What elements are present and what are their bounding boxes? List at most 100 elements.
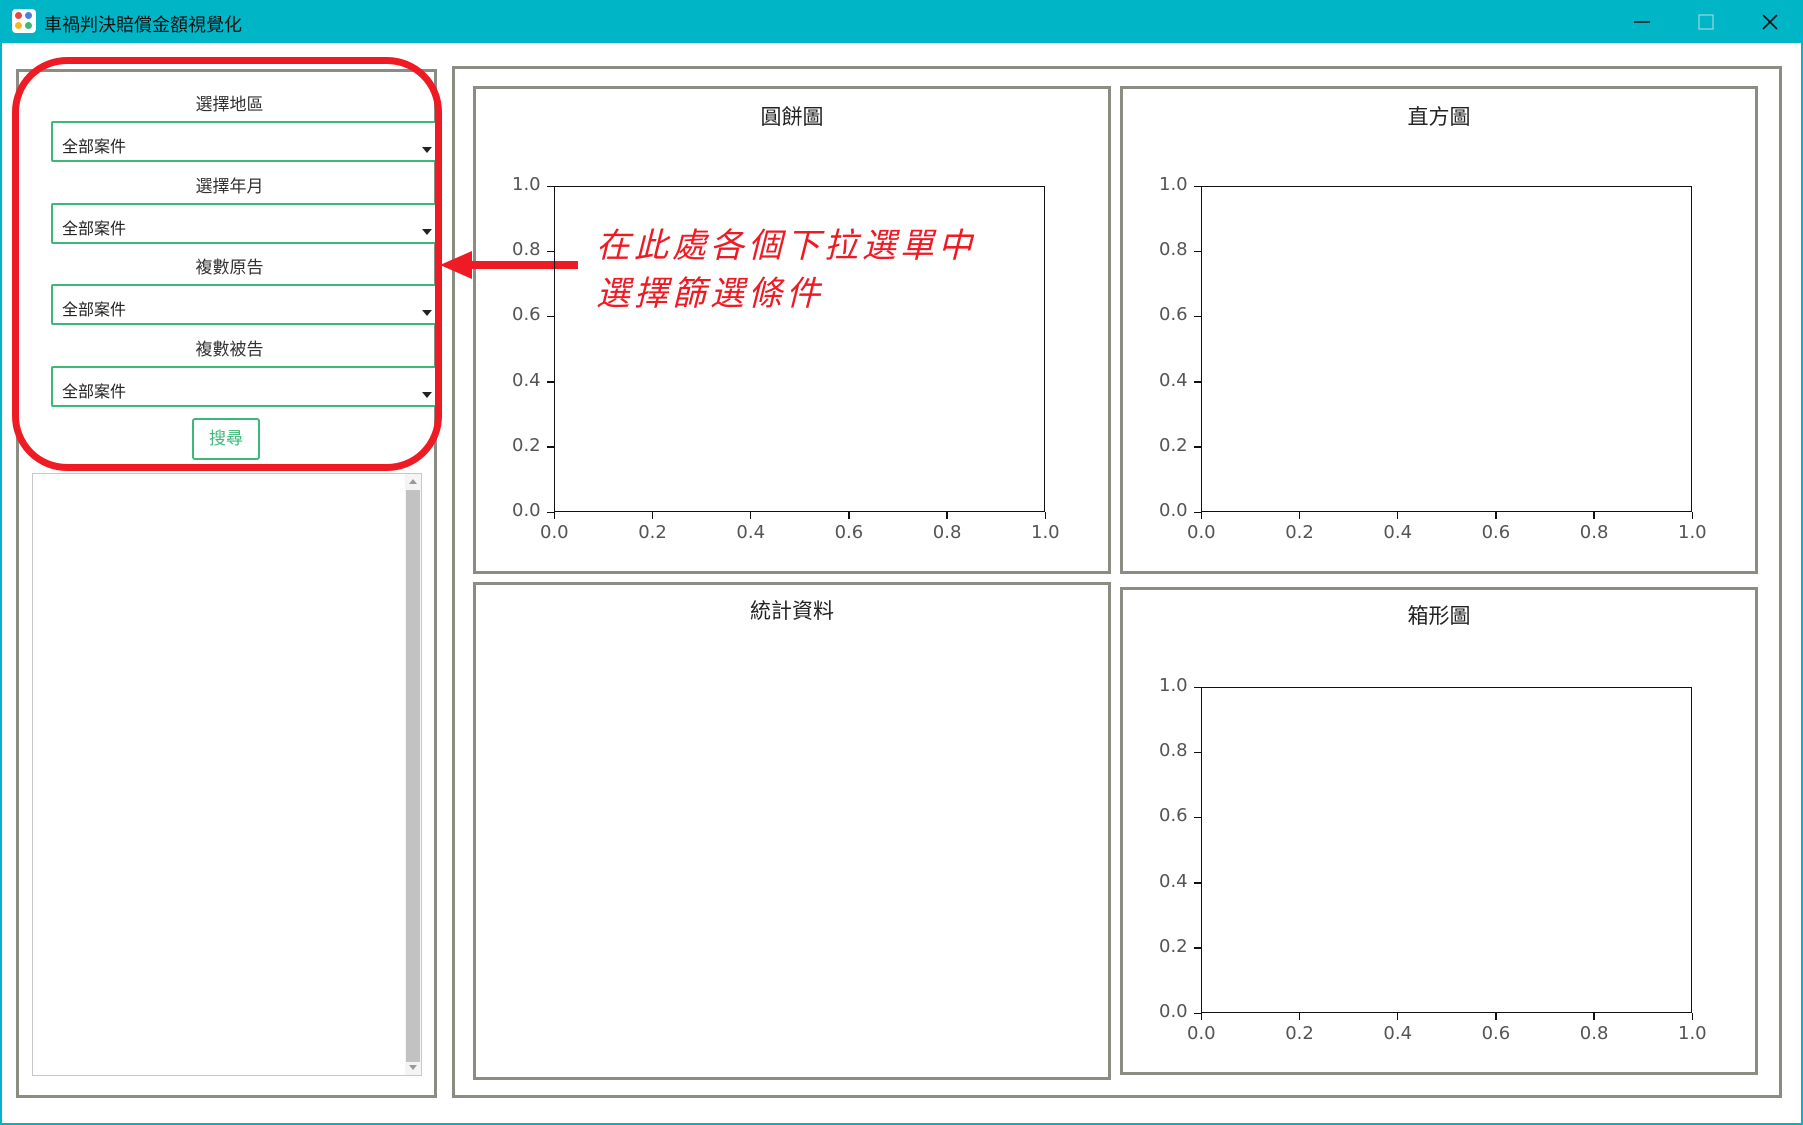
multi-plaintiff-label: 複數原告 [195,258,264,278]
y-tick-mark [547,381,554,383]
x-tick-label: 0.4 [1383,522,1413,543]
histogram-title: 直方圖 [1407,105,1471,129]
y-tick-mark [547,250,554,253]
y-tick-label: 0.2 [1159,935,1188,957]
x-tick-label: 0.0 [1187,522,1216,543]
close-button[interactable] [1738,0,1802,43]
y-tick-label: 0.2 [1159,434,1188,456]
multi-defendant-select-value: 全部案件 [62,382,127,401]
x-tick-label: 0.2 [638,522,667,543]
results-list[interactable] [32,473,422,1076]
y-tick-label: 0.0 [1159,500,1188,521]
y-tick-mark [1194,1012,1201,1014]
maximize-icon [1698,14,1714,30]
x-tick-mark [749,512,752,519]
maximize-button[interactable] [1674,0,1738,43]
x-tick-label: 1.0 [1031,522,1060,543]
multi-defendant-select[interactable]: 全部案件 [51,366,439,407]
scrollbar[interactable] [405,474,421,1075]
x-tick-mark [1691,1013,1693,1020]
x-tick-mark [1044,512,1046,519]
y-tick-mark [1194,185,1201,187]
y-tick-mark [1194,381,1201,383]
y-tick-mark [1194,446,1201,448]
plot-area [1201,687,1692,1013]
x-tick-label: 0.0 [1187,1023,1216,1044]
y-tick-mark [547,511,554,513]
y-tick-mark [1194,882,1201,884]
y-tick-mark [1194,315,1201,318]
close-icon [1762,14,1778,30]
y-tick-label: 1.0 [1159,675,1188,696]
stats-title: 統計資料 [750,599,834,623]
chevron-down-icon [422,147,432,153]
x-tick-label: 0.8 [1579,1023,1609,1044]
y-tick-label: 0.2 [512,434,541,456]
y-tick-mark [1194,947,1201,949]
x-tick-mark [553,512,555,519]
stats-panel: 統計資料 [473,582,1111,1080]
x-tick-label: 0.2 [1285,522,1314,543]
y-tick-label: 1.0 [1159,174,1188,195]
minimize-button[interactable] [1610,0,1674,43]
x-tick-mark [1396,512,1399,519]
chevron-down-icon [422,229,432,235]
plot-area [1201,186,1692,512]
search-button[interactable]: 搜尋 [192,418,260,460]
minimize-icon [1634,21,1650,23]
region-label: 選擇地區 [195,95,264,115]
x-tick-mark [848,512,850,519]
y-tick-label: 0.4 [1159,870,1188,892]
x-tick-label: 0.4 [1383,1023,1413,1044]
y-tick-mark [547,446,554,448]
x-tick-mark [1691,512,1693,519]
y-tick-label: 0.4 [1159,369,1188,391]
region-select[interactable]: 全部案件 [51,121,439,162]
y-tick-mark [1194,250,1201,253]
x-tick-mark [946,512,948,519]
x-tick-label: 0.0 [540,522,569,543]
multi-plaintiff-select[interactable]: 全部案件 [51,284,439,325]
multi-defendant-label: 複數被告 [195,340,264,360]
x-tick-mark [1495,1013,1497,1020]
x-tick-label: 0.8 [1579,522,1609,543]
title-bar: 車禍判決賠償金額視覺化 [0,0,1803,43]
y-tick-mark [547,315,554,318]
y-tick-label: 0.6 [512,304,541,326]
x-tick-mark [1298,1013,1301,1020]
x-tick-mark [1396,1013,1399,1020]
y-tick-label: 0.6 [1159,805,1188,827]
y-tick-label: 0.8 [512,239,541,261]
x-tick-mark [651,512,654,519]
scroll-up-icon[interactable] [409,479,417,484]
scroll-down-icon[interactable] [409,1065,417,1070]
x-tick-label: 0.6 [1481,1023,1511,1044]
y-tick-label: 0.0 [512,500,541,521]
arrow-left-icon [440,251,472,279]
y-tick-label: 0.0 [1159,1001,1188,1022]
x-tick-label: 1.0 [1678,522,1707,543]
y-tick-label: 0.8 [1159,239,1188,261]
x-tick-label: 0.8 [932,522,962,543]
year-month-select[interactable]: 全部案件 [51,203,439,244]
y-tick-label: 1.0 [512,174,541,195]
scrollbar-thumb[interactable] [406,490,420,1062]
x-tick-mark [1200,1013,1202,1020]
pie-title: 圓餅圖 [760,105,824,129]
boxplot-title: 箱形圖 [1407,604,1471,628]
region-select-value: 全部案件 [62,137,127,156]
window-title: 車禍判決賠償金額視覺化 [44,15,242,36]
x-tick-label: 1.0 [1678,1023,1707,1044]
plot-area [554,186,1045,512]
x-tick-label: 0.6 [1481,522,1511,543]
year-month-label: 選擇年月 [195,177,264,197]
x-tick-mark [1593,1013,1595,1020]
year-month-select-value: 全部案件 [62,219,127,238]
x-tick-mark [1495,512,1497,519]
y-tick-label: 0.4 [512,369,541,391]
y-tick-mark [1194,511,1201,513]
chevron-down-icon [422,310,432,316]
y-tick-mark [547,185,554,187]
y-tick-label: 0.8 [1159,740,1188,762]
x-tick-label: 0.4 [736,522,766,543]
